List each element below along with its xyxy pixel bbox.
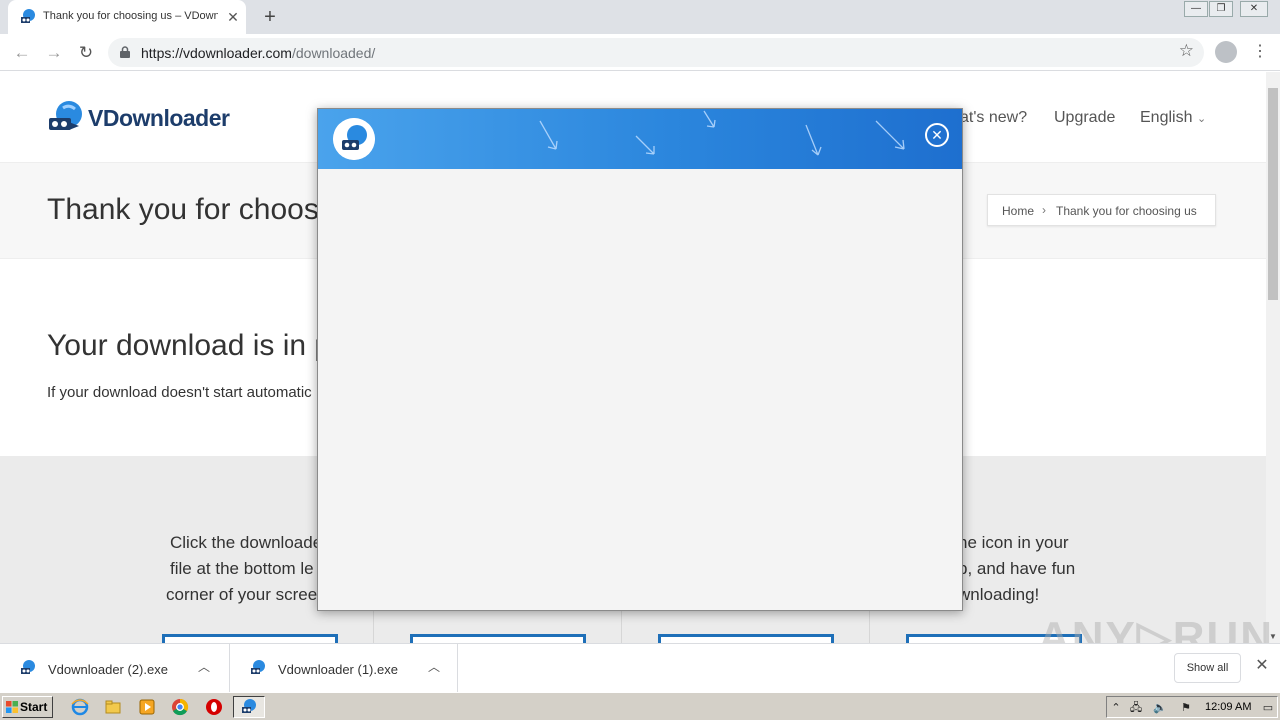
chevron-right-icon: › [1042, 203, 1046, 217]
profile-avatar-icon[interactable] [1215, 41, 1237, 63]
nav-whats-new[interactable]: at's new? [960, 109, 1027, 127]
step-3-text: he icon in your p, and have fun wnloadin… [958, 530, 1075, 608]
scrollbar-thumb[interactable] [1268, 88, 1278, 300]
downloads-shelf: Vdownloader (2).exe ︿ Vdownloader (1).ex… [0, 643, 1280, 693]
chevron-down-icon: ⌄ [1196, 113, 1207, 125]
volume-icon[interactable]: 🔈 [1153, 701, 1167, 715]
forward-arrow-icon[interactable]: → [42, 41, 66, 65]
system-tray: ⌃ 🖧 🔈 ⚑ 12:09 AM ▭ [1106, 696, 1278, 718]
start-button[interactable]: Start [2, 696, 53, 718]
step-divider [869, 606, 870, 643]
url-host: https://vdownloader.com [141, 45, 292, 61]
step-1-image [162, 634, 338, 643]
download-item[interactable]: Vdownloader (1).exe ︿ [230, 644, 458, 693]
download-instructions: If your download doesn't start automatic [47, 384, 312, 401]
chevron-up-icon[interactable]: ︿ [198, 658, 210, 675]
browser-tab-active[interactable]: Thank you for choosing us – VDownl ✕ [8, 0, 246, 34]
breadcrumb: Home › Thank you for choosing us [987, 194, 1216, 226]
modal-logo-icon [333, 118, 375, 160]
step-divider [621, 606, 622, 643]
vdownloader-favicon-icon [21, 9, 35, 23]
tray-expand-icon[interactable]: ⌃ [1109, 701, 1123, 715]
back-arrow-icon[interactable]: ← [10, 41, 34, 65]
step-1-line: Click the downloade [170, 533, 323, 552]
media-player-icon[interactable] [138, 698, 156, 716]
step-1-line: file at the bottom le [170, 559, 314, 578]
tab-title: Thank you for choosing us – VDownl [43, 10, 218, 22]
clock[interactable]: 12:09 AM [1205, 701, 1251, 713]
action-center-flag-icon[interactable]: ⚑ [1179, 701, 1193, 715]
browser-toolbar: ← → ↻ https://vdownloader.com/downloaded… [0, 34, 1280, 71]
nav-upgrade[interactable]: Upgrade [1054, 109, 1115, 127]
url-text: https://vdownloader.com/downloaded/ [141, 45, 375, 61]
url-path: /downloaded/ [291, 45, 376, 61]
restore-button[interactable]: ❐ [1209, 1, 1233, 17]
windows-taskbar: Start ⌃ 🖧 🔈 ⚑ 12:09 AM ▭ [0, 692, 1280, 720]
modal-close-icon[interactable]: ✕ [925, 123, 949, 147]
breadcrumb-current: Thank you for choosing us [1056, 204, 1197, 218]
new-tab-button[interactable]: + [258, 5, 282, 29]
nav-language-label: English [1140, 109, 1193, 126]
opera-icon[interactable] [205, 698, 223, 716]
exe-file-icon [21, 660, 35, 674]
shelf-close-icon[interactable]: ✕ [1254, 658, 1270, 674]
download-heading: Your download is in p [47, 329, 332, 362]
browser-menu-icon[interactable]: ⋮ [1252, 41, 1268, 63]
show-all-button[interactable]: Show all [1174, 653, 1241, 683]
exe-file-icon [251, 660, 265, 674]
logo-text: VDownloader [88, 105, 230, 131]
folder-icon[interactable] [104, 698, 122, 716]
step-3-line: p, and have fun [958, 559, 1076, 578]
vdownloader-taskbar-icon [242, 699, 256, 713]
step-1-text: Click the downloade file at the bottom l… [166, 530, 323, 608]
logo-icon [49, 101, 82, 130]
download-filename: Vdownloader (2).exe [48, 662, 168, 677]
chrome-icon[interactable] [171, 698, 189, 716]
window-close-button[interactable]: ✕ [1240, 1, 1268, 17]
minimize-button[interactable]: — [1184, 1, 1208, 17]
download-filename: Vdownloader (1).exe [278, 662, 398, 677]
network-icon[interactable]: 🖧 [1129, 701, 1143, 715]
bookmark-star-icon[interactable]: ☆ [1179, 41, 1194, 61]
tab-close-icon[interactable]: ✕ [224, 8, 242, 26]
start-label: Start [20, 700, 48, 714]
step-3-line: wnloading! [958, 585, 1040, 604]
breadcrumb-home[interactable]: Home [1002, 204, 1034, 218]
reload-icon[interactable]: ↻ [74, 41, 98, 65]
step-divider [373, 606, 374, 643]
page-title: Thank you for choos [47, 193, 319, 226]
falling-arrows-decoration [539, 110, 905, 156]
show-desktop-icon[interactable]: ▭ [1261, 701, 1275, 715]
step-1-line: corner of your scree [166, 585, 318, 604]
modal-header: ✕ [318, 109, 962, 169]
windows-flag-icon [6, 701, 18, 713]
taskbar-active-app[interactable] [233, 696, 265, 718]
nav-language[interactable]: English ⌄ [1140, 109, 1206, 127]
download-item[interactable]: Vdownloader (2).exe ︿ [0, 644, 230, 693]
tab-strip: Thank you for choosing us – VDownl ✕ + —… [0, 0, 1280, 34]
chevron-up-icon[interactable]: ︿ [428, 658, 440, 675]
popup-modal: ✕ [317, 108, 963, 611]
lock-icon [120, 46, 130, 58]
address-bar[interactable]: https://vdownloader.com/downloaded/ ☆ [108, 38, 1204, 67]
internet-explorer-icon[interactable] [71, 698, 89, 716]
step-3-line: he icon in your [958, 533, 1069, 552]
page-scrollbar[interactable]: ▼ [1266, 72, 1280, 643]
step-3-image [658, 634, 834, 643]
step-2-image [410, 634, 586, 643]
